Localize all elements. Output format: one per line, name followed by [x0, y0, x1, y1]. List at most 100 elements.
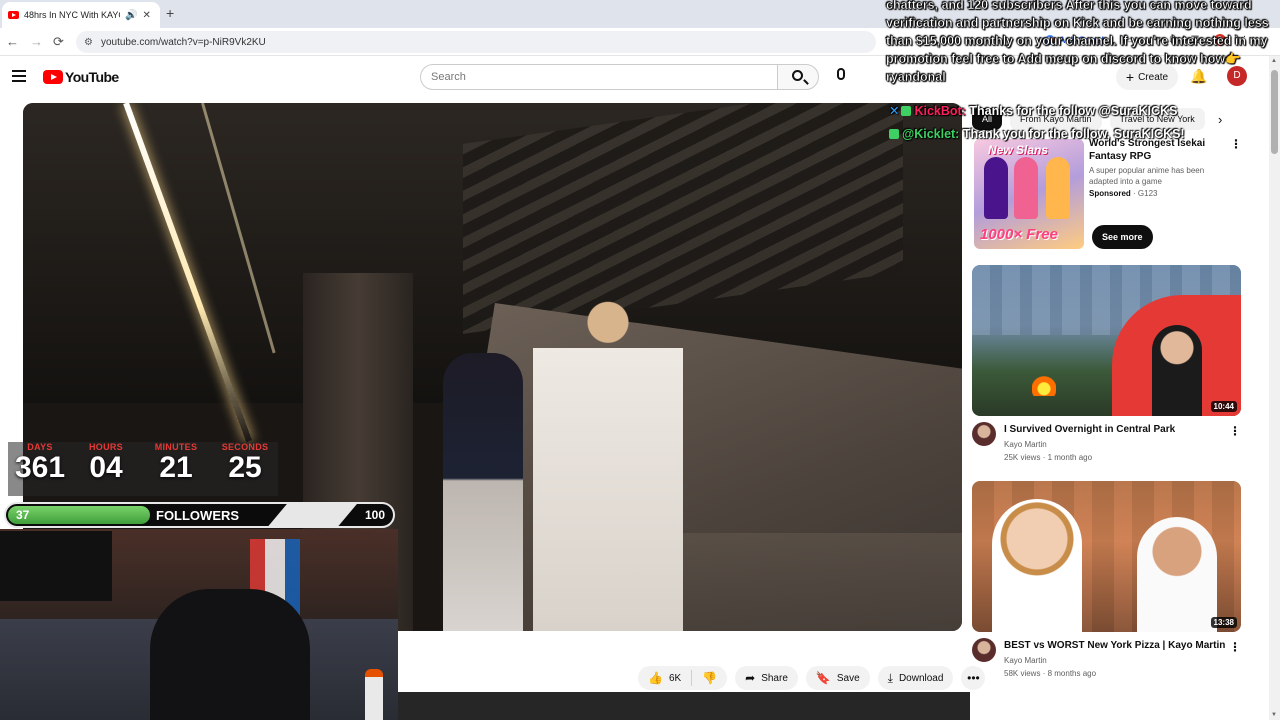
ad-advertiser: G123 — [1137, 189, 1158, 198]
browser-tab[interactable]: 48hrs In NYC With KAYO M 🔊 ✕ — [2, 2, 160, 28]
like-button[interactable]: 👍 6K — [638, 666, 691, 690]
video-actions: 👍 6K 👎 ➦ Share 🔖 Save ⤓ Download ••• — [638, 666, 986, 690]
thumb-person-left — [992, 499, 1082, 632]
video-title[interactable]: I Survived Overnight in Central Park — [1004, 424, 1228, 435]
chat-username-kicklet: @Kicklet: — [902, 127, 960, 141]
more-actions-button[interactable]: ••• — [961, 666, 986, 690]
bookmark-icon: 🔖 — [815, 671, 831, 685]
follower-goal: 100 — [364, 508, 385, 522]
thumb-person — [1152, 325, 1202, 416]
streamer-webcam — [0, 529, 398, 720]
video-views: 25K views — [1004, 453, 1041, 462]
ad-sponsored-label: Sponsored — [1089, 189, 1131, 198]
ad-sponsored-line: Sponsored · G123 — [1089, 189, 1158, 198]
ad-character-3 — [1046, 157, 1070, 219]
share-button[interactable]: ➦ Share — [735, 666, 798, 690]
menu-hamburger-icon[interactable] — [12, 70, 26, 82]
timer-hours: HOURS 04 — [78, 442, 134, 484]
chat-text-kickbot: Thanks for the follow @SuraKICKS — [969, 104, 1178, 118]
sponsored-ad[interactable]: New Slans 1000× Free World's Strongest I… — [972, 137, 1244, 251]
search-button[interactable] — [777, 64, 819, 90]
thumb-fire — [1032, 360, 1056, 396]
video-thumbnail[interactable]: 13:38 — [972, 481, 1241, 632]
save-button[interactable]: 🔖 Save — [805, 666, 870, 690]
search-icon — [792, 70, 803, 81]
download-button[interactable]: ⤓ Download — [877, 666, 954, 690]
search-input[interactable]: Search — [420, 64, 778, 90]
video-age: 8 months ago — [1047, 669, 1097, 678]
thumbs-down-icon: 👎 — [702, 671, 718, 685]
chips-next-chevron-icon[interactable]: › — [1218, 112, 1222, 127]
timer-minutes-value: 21 — [159, 451, 193, 484]
channel-avatar[interactable] — [972, 422, 996, 446]
video-duration: 13:38 — [1210, 617, 1237, 628]
below-video-strip — [398, 692, 970, 720]
follower-bar-accent — [265, 504, 357, 526]
voice-search-mic-icon[interactable] — [837, 68, 845, 80]
video-kebab-menu-icon[interactable]: ⋮ — [1229, 424, 1241, 438]
timer-seconds-value: 25 — [228, 451, 262, 484]
ad-character-1 — [984, 157, 1008, 219]
timer-hours-value: 04 — [89, 451, 123, 484]
video-duration: 10:44 — [1210, 401, 1237, 412]
video-age: 1 month ago — [1047, 453, 1093, 462]
share-label: Share — [761, 672, 788, 684]
thumbs-up-icon: 👍 — [648, 671, 663, 685]
webcam-bottle — [365, 669, 383, 720]
back-button[interactable]: ← — [6, 34, 19, 49]
chat-line-kickbot: ✕ KickBot: Thanks for the follow @SuraKIC… — [889, 103, 1177, 118]
dislike-button[interactable]: 👎 — [692, 666, 727, 690]
video-kebab-menu-icon[interactable]: ⋮ — [1229, 640, 1241, 654]
webcam-tv — [0, 531, 112, 601]
ad-thumbnail[interactable]: New Slans 1000× Free — [974, 139, 1084, 249]
youtube-favicon-icon — [8, 11, 19, 19]
tab-close-icon[interactable]: ✕ — [142, 10, 150, 21]
timer-days: DAYS 361 — [8, 442, 72, 484]
countdown-timer: DAYS 361 HOURS 04 MINUTES 21 SECONDS 25 — [8, 442, 278, 496]
share-icon: ➦ — [745, 671, 756, 685]
youtube-logo[interactable]: YouTube — [43, 69, 119, 85]
ad-character-2 — [1014, 157, 1038, 219]
video-frame-person-right — [533, 288, 683, 631]
chat-bot-badge-icon — [889, 129, 899, 139]
video-channel[interactable]: Kayo Martin — [1004, 440, 1047, 449]
youtube-play-icon — [43, 70, 63, 84]
site-info-icon[interactable]: ⚙ — [84, 37, 93, 48]
url-bar[interactable]: ⚙ youtube.com/watch?v=p-NiR9Vk2KU — [76, 31, 876, 53]
reload-button[interactable]: ⟳ — [53, 34, 64, 50]
timer-seconds: SECONDS 25 — [212, 442, 278, 484]
channel-avatar[interactable] — [972, 638, 996, 662]
url-text[interactable]: youtube.com/watch?v=p-NiR9Vk2KU — [101, 37, 266, 48]
video-frame-person-left — [443, 353, 523, 631]
chat-username-kickbot: KickBot: — [914, 104, 966, 118]
download-label: Download — [898, 672, 944, 684]
tab-title: 48hrs In NYC With KAYO M — [24, 10, 120, 20]
like-dislike-group: 👍 6K 👎 — [638, 666, 728, 690]
page-scrollbar[interactable]: ▲ ▼ — [1269, 56, 1280, 720]
youtube-wordmark: YouTube — [65, 69, 119, 85]
new-tab-button[interactable]: + — [166, 5, 174, 21]
follower-label: FOLLOWERS — [156, 508, 240, 523]
video-meta: 25K views · 1 month ago — [1004, 453, 1093, 462]
scroll-down-arrow-icon[interactable]: ▼ — [1271, 712, 1277, 718]
timer-days-value: 361 — [14, 451, 66, 484]
thumb-chef — [1137, 517, 1217, 632]
chat-bot-badge-icon — [901, 106, 912, 116]
tab-audio-icon[interactable]: 🔊 — [125, 10, 137, 21]
download-icon: ⤓ — [887, 670, 893, 685]
save-label: Save — [836, 672, 860, 684]
video-thumbnail[interactable]: 10:44 — [972, 265, 1241, 416]
chat-overlay-message: chatters, and 120 subscribers After this… — [886, 0, 1269, 84]
webcam-chair — [150, 589, 310, 720]
follower-current: 37 — [16, 508, 30, 522]
see-more-button[interactable]: See more — [1092, 225, 1153, 249]
video-views: 58K views — [1004, 669, 1041, 678]
ad-kebab-menu-icon[interactable]: ⋮ — [1230, 137, 1242, 151]
video-meta: 58K views · 8 months ago — [1004, 669, 1097, 678]
timer-minutes: MINUTES 21 — [142, 442, 210, 484]
video-channel[interactable]: Kayo Martin — [1004, 656, 1047, 665]
like-count: 6K — [668, 672, 682, 684]
video-title[interactable]: BEST vs WORST New York Pizza | Kayo Mart… — [1004, 640, 1228, 651]
forward-button[interactable]: → — [30, 34, 43, 49]
chat-line-kicklet: @Kicklet: Thank you for the follow, Sura… — [889, 127, 1185, 141]
